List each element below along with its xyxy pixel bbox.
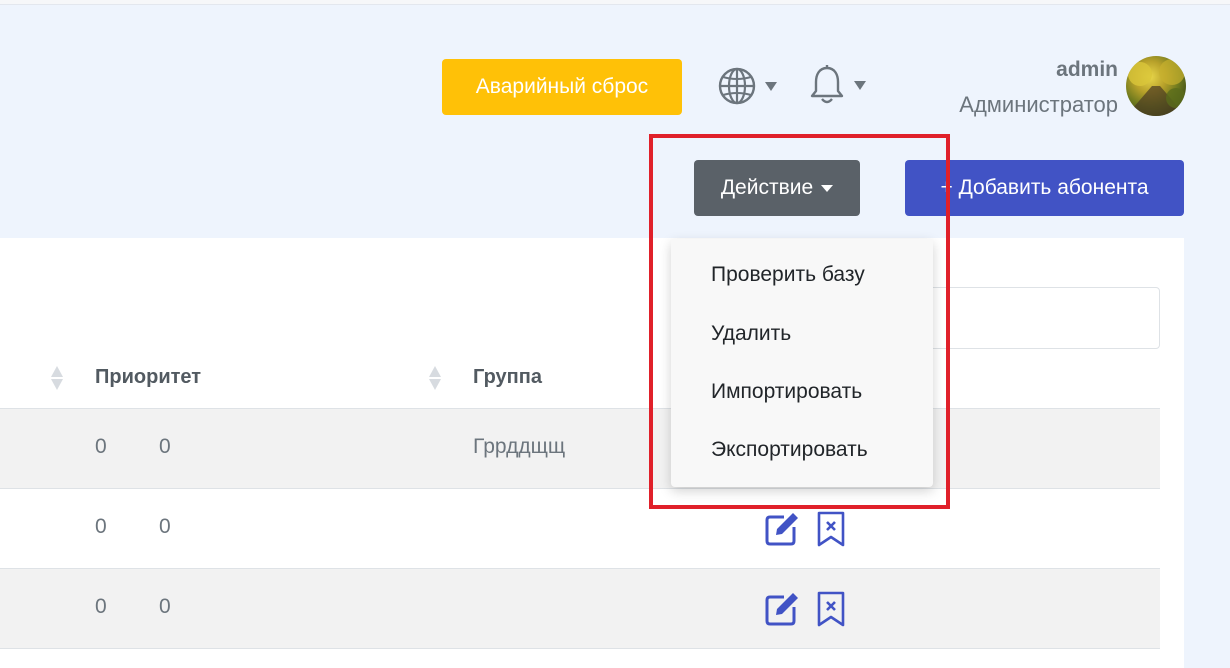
edit-icon[interactable] bbox=[764, 591, 800, 627]
priority-value-2: 0 bbox=[159, 435, 171, 458]
sort-icon[interactable] bbox=[51, 366, 63, 392]
highlight-box bbox=[649, 134, 950, 509]
priority-value: 0 bbox=[95, 515, 107, 538]
priority-value-2: 0 bbox=[159, 515, 171, 538]
group-value: Гррддщщ bbox=[473, 435, 566, 458]
bell-icon bbox=[810, 65, 844, 104]
priority-value-2: 0 bbox=[159, 595, 171, 618]
priority-value: 0 bbox=[95, 435, 107, 458]
chevron-down-icon bbox=[765, 81, 777, 91]
column-header-group[interactable]: Группа bbox=[473, 366, 542, 389]
sort-icon[interactable] bbox=[429, 366, 441, 392]
bookmark-remove-icon[interactable] bbox=[816, 511, 846, 547]
avatar-image bbox=[1126, 59, 1186, 116]
table-row[interactable]: 0 0 Гррддщщ bbox=[0, 409, 1160, 489]
avatar[interactable] bbox=[1126, 56, 1186, 116]
row-actions bbox=[764, 511, 846, 547]
subscribers-card: Приоритет Группа 0 0 Гррддщщ 0 0 0 0 bbox=[0, 238, 1184, 668]
bookmark-remove-icon[interactable] bbox=[816, 591, 846, 627]
language-selector[interactable] bbox=[717, 66, 777, 106]
top-border bbox=[0, 0, 1230, 5]
user-name[interactable]: admin bbox=[1056, 58, 1118, 82]
chevron-down-icon bbox=[854, 80, 866, 90]
table-row[interactable]: 0 0 bbox=[0, 569, 1160, 649]
priority-value: 0 bbox=[95, 595, 107, 618]
notifications-dropdown[interactable] bbox=[808, 64, 866, 106]
edit-icon[interactable] bbox=[764, 511, 800, 547]
row-actions bbox=[764, 591, 846, 627]
user-role: Администратор bbox=[959, 92, 1118, 117]
table-row[interactable]: 0 0 bbox=[0, 489, 1160, 569]
column-header-priority[interactable]: Приоритет bbox=[95, 366, 201, 389]
globe-icon bbox=[718, 67, 756, 105]
emergency-reset-button[interactable]: Аварийный сброс bbox=[442, 59, 682, 115]
